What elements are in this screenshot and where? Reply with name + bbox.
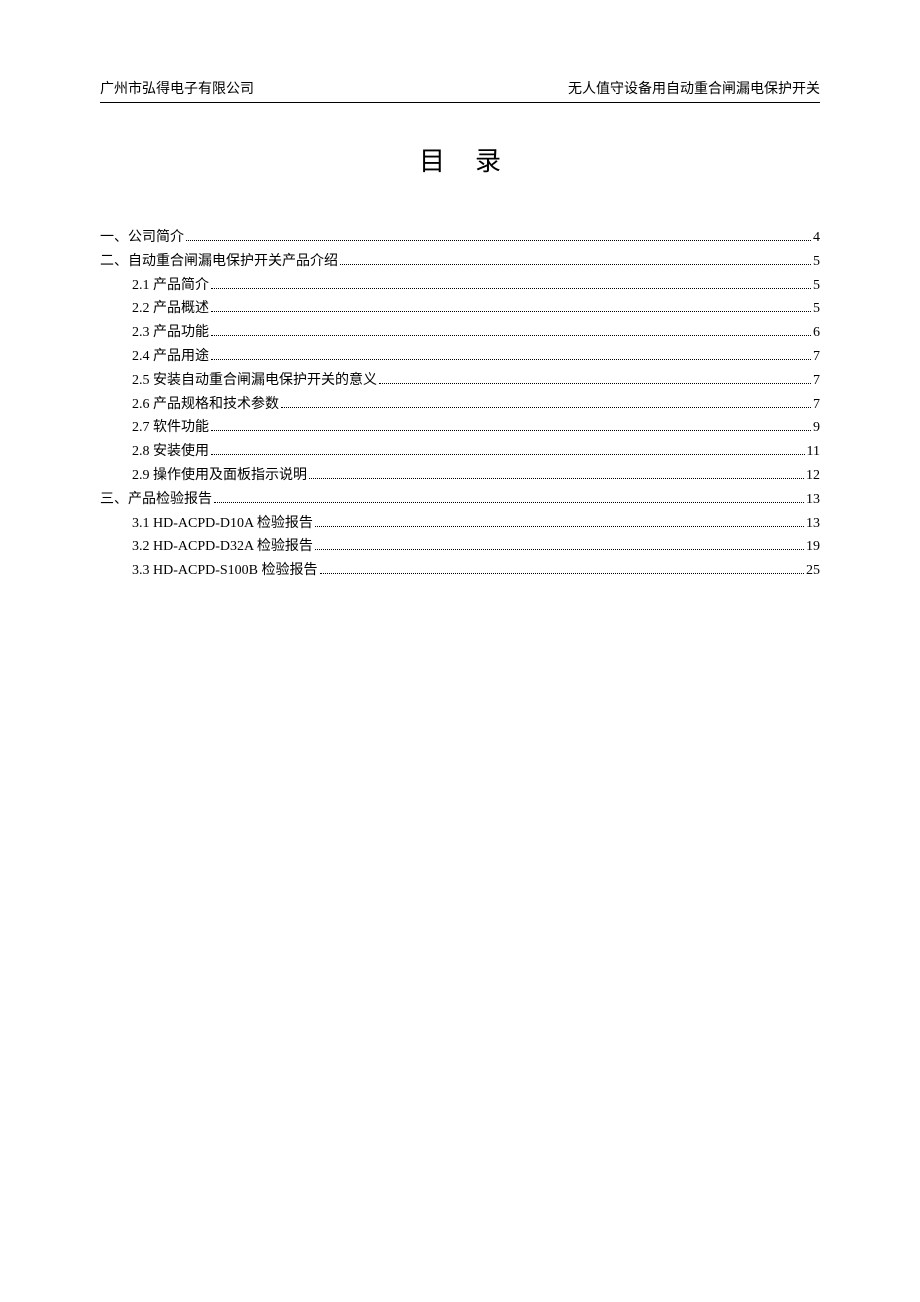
toc-entry-page: 7 — [813, 393, 820, 417]
toc-dots — [211, 359, 811, 360]
toc-entry[interactable]: 3.2 HD-ACPD-D32A 检验报告 19 — [100, 535, 820, 559]
toc-entry-page: 5 — [813, 250, 820, 274]
toc-entry-page: 7 — [813, 369, 820, 393]
toc-dots — [315, 549, 804, 550]
header-right: 无人值守设备用自动重合闸漏电保护开关 — [568, 78, 820, 98]
toc-entry-label: 2.7 软件功能 — [132, 416, 209, 440]
toc-entry-page: 13 — [806, 488, 820, 512]
toc-title: 目录 — [130, 141, 820, 178]
toc-entry[interactable]: 一、公司简介 4 — [100, 226, 820, 250]
toc-entry[interactable]: 三、产品检验报告 13 — [100, 488, 820, 512]
toc-entry-page: 25 — [806, 559, 820, 583]
toc-entry-page: 5 — [813, 297, 820, 321]
toc-entry[interactable]: 3.3 HD-ACPD-S100B 检验报告 25 — [100, 559, 820, 583]
toc-dots — [281, 407, 811, 408]
toc-entry[interactable]: 3.1 HD-ACPD-D10A 检验报告 13 — [100, 512, 820, 536]
toc-dots — [211, 335, 811, 336]
toc-entry-page: 5 — [813, 274, 820, 298]
toc-entry[interactable]: 2.8 安装使用 11 — [100, 440, 820, 464]
toc-entry[interactable]: 2.7 软件功能 9 — [100, 416, 820, 440]
toc-entry-label: 3.2 HD-ACPD-D32A 检验报告 — [132, 535, 313, 559]
toc-entry-page: 19 — [806, 535, 820, 559]
toc-entry-label: 3.1 HD-ACPD-D10A 检验报告 — [132, 512, 313, 536]
toc-entry[interactable]: 2.5 安装自动重合闸漏电保护开关的意义 7 — [100, 369, 820, 393]
toc-dots — [340, 264, 811, 265]
page-header: 广州市弘得电子有限公司 无人值守设备用自动重合闸漏电保护开关 — [100, 78, 820, 103]
toc-entry[interactable]: 二、自动重合闸漏电保护开关产品介绍 5 — [100, 250, 820, 274]
table-of-contents: 一、公司简介4二、自动重合闸漏电保护开关产品介绍52.1 产品简介52.2 产品… — [100, 226, 820, 583]
toc-entry-label: 2.6 产品规格和技术参数 — [132, 393, 279, 417]
toc-entry-label: 2.3 产品功能 — [132, 321, 209, 345]
toc-entry[interactable]: 2.6 产品规格和技术参数 7 — [100, 393, 820, 417]
toc-entry[interactable]: 2.2 产品概述 5 — [100, 297, 820, 321]
toc-entry-label: 2.1 产品简介 — [132, 274, 209, 298]
toc-entry[interactable]: 2.3 产品功能 6 — [100, 321, 820, 345]
toc-entry[interactable]: 2.4 产品用途 7 — [100, 345, 820, 369]
header-left: 广州市弘得电子有限公司 — [100, 78, 254, 98]
toc-dots — [214, 502, 804, 503]
toc-entry-label: 三、产品检验报告 — [100, 488, 212, 512]
toc-dots — [211, 311, 811, 312]
toc-entry-label: 3.3 HD-ACPD-S100B 检验报告 — [132, 559, 318, 583]
toc-entry-label: 2.5 安装自动重合闸漏电保护开关的意义 — [132, 369, 377, 393]
toc-dots — [211, 288, 811, 289]
toc-entry-page: 12 — [806, 464, 820, 488]
toc-entry[interactable]: 2.1 产品简介 5 — [100, 274, 820, 298]
toc-entry-page: 11 — [807, 440, 820, 464]
toc-entry-page: 13 — [806, 512, 820, 536]
toc-dots — [186, 240, 811, 241]
toc-entry-page: 7 — [813, 345, 820, 369]
toc-entry-label: 一、公司简介 — [100, 226, 184, 250]
toc-entry-label: 2.9 操作使用及面板指示说明 — [132, 464, 307, 488]
toc-entry[interactable]: 2.9 操作使用及面板指示说明 12 — [100, 464, 820, 488]
toc-entry-label: 2.4 产品用途 — [132, 345, 209, 369]
toc-entry-page: 9 — [813, 416, 820, 440]
toc-entry-label: 2.2 产品概述 — [132, 297, 209, 321]
toc-entry-page: 4 — [813, 226, 820, 250]
toc-dots — [379, 383, 811, 384]
toc-dots — [211, 454, 805, 455]
toc-entry-page: 6 — [813, 321, 820, 345]
page-container: 广州市弘得电子有限公司 无人值守设备用自动重合闸漏电保护开关 目录 一、公司简介… — [0, 0, 920, 643]
toc-dots — [309, 478, 804, 479]
toc-dots — [315, 526, 804, 527]
toc-entry-label: 二、自动重合闸漏电保护开关产品介绍 — [100, 250, 338, 274]
toc-dots — [320, 573, 804, 574]
toc-entry-label: 2.8 安装使用 — [132, 440, 209, 464]
toc-dots — [211, 430, 811, 431]
